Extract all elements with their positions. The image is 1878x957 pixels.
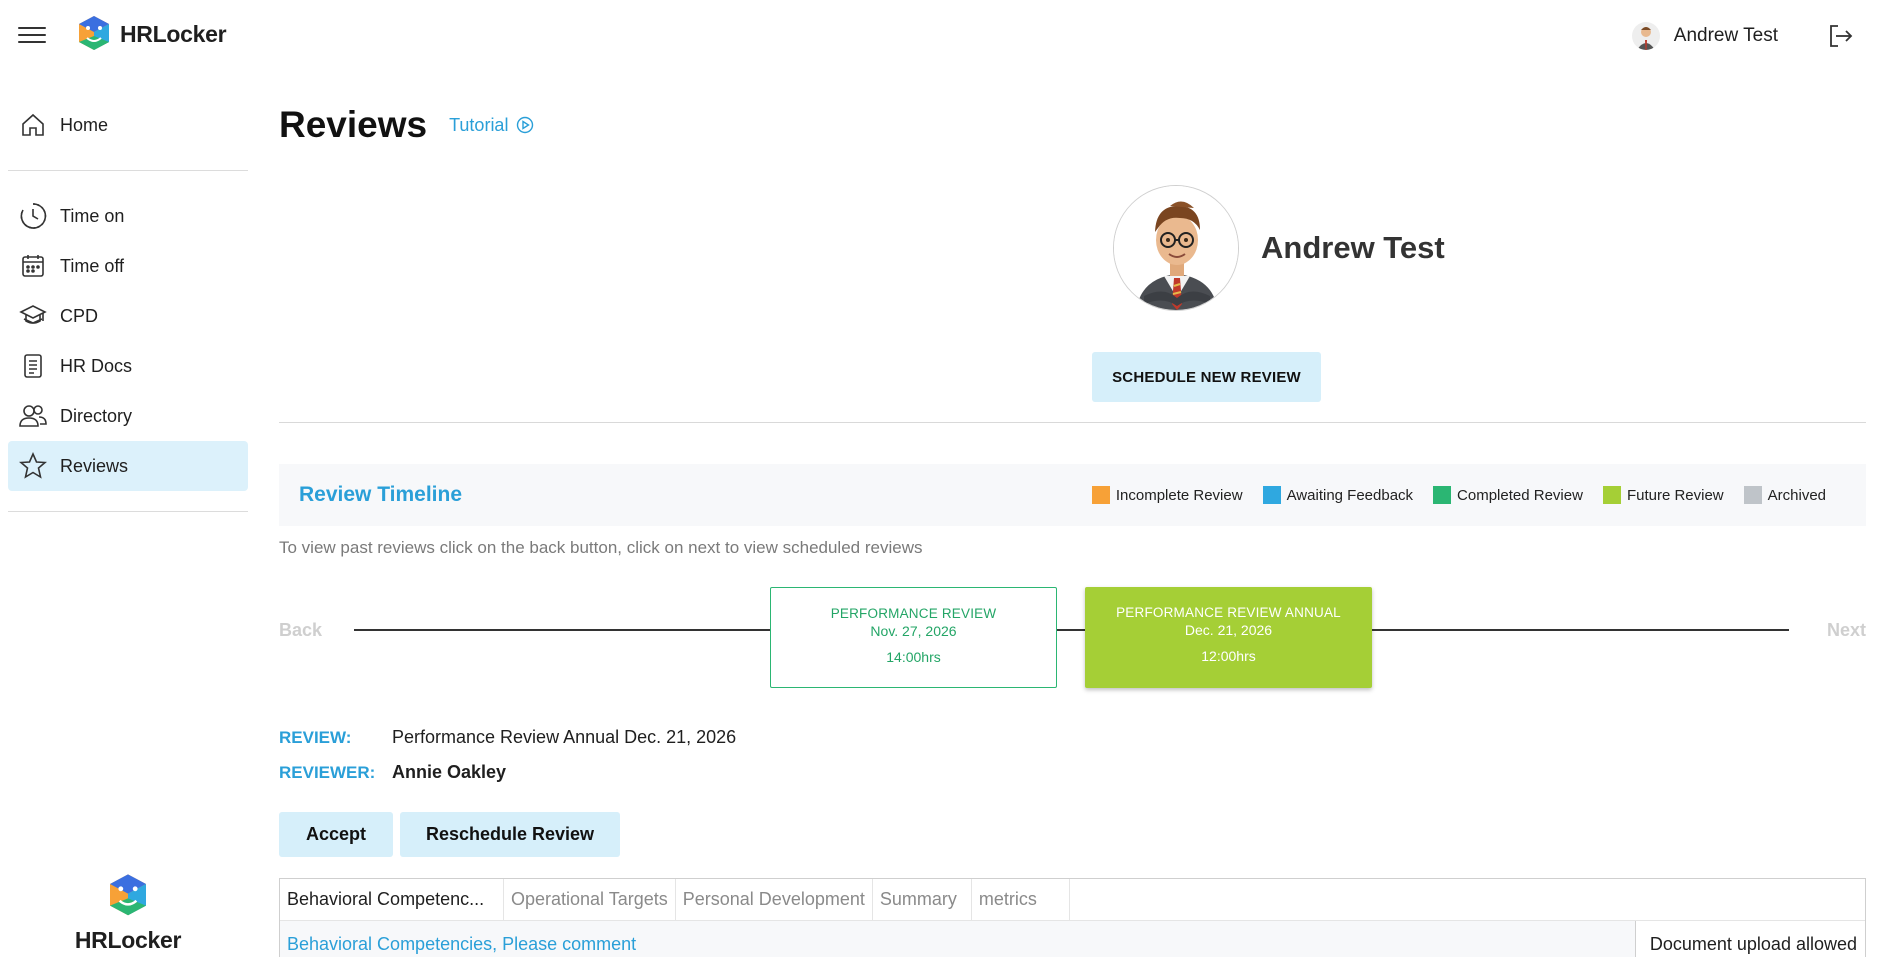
- employee-name: Andrew Test: [1261, 230, 1445, 265]
- review-card-title: PERFORMANCE REVIEW ANNUAL: [1116, 605, 1341, 620]
- sidebar-item-directory[interactable]: Directory: [8, 391, 248, 441]
- review-card-time: 14:00hrs: [886, 649, 941, 665]
- timeline-back-button[interactable]: Back: [279, 620, 322, 641]
- tutorial-link[interactable]: Tutorial: [449, 115, 534, 136]
- schedule-new-review-button[interactable]: SCHEDULE NEW REVIEW: [1092, 352, 1321, 402]
- user-name: Andrew Test: [1673, 25, 1778, 46]
- calendar-icon: [18, 251, 48, 281]
- clock-icon: [18, 201, 48, 231]
- sidebar-footer-logo: HRLocker: [72, 872, 184, 954]
- legend-swatch: [1262, 486, 1281, 504]
- review-card-date: Nov. 27, 2026: [870, 623, 957, 639]
- page-title: Reviews: [279, 104, 428, 145]
- sidebar-item-label: Home: [60, 114, 109, 135]
- sidebar-item-label: HR Docs: [60, 355, 133, 376]
- logout-icon[interactable]: [1826, 22, 1854, 50]
- hrlocker-logo-icon: [79, 16, 109, 50]
- document-icon: [18, 351, 48, 381]
- reviewer-row: REVIEWER: Annie Oakley: [279, 755, 736, 790]
- tutorial-label: Tutorial: [449, 114, 509, 135]
- review-row: REVIEW: Performance Review Annual Dec. 2…: [279, 720, 736, 755]
- people-icon: [18, 401, 48, 431]
- divider: [279, 422, 1866, 423]
- review-card-date: Dec. 21, 2026: [1184, 622, 1273, 638]
- sidebar-item-time-on[interactable]: Time on: [8, 191, 248, 241]
- reviewer-label: REVIEWER:: [279, 762, 376, 782]
- sidebar-item-reviews[interactable]: Reviews: [8, 441, 248, 491]
- employee-profile: Andrew Test: [1113, 185, 1445, 311]
- star-icon: [18, 451, 48, 481]
- legend-label: Archived: [1767, 486, 1826, 504]
- graduation-cap-icon: [18, 301, 48, 331]
- timeline-legend: Incomplete Review Awaiting Feedback Comp…: [1072, 464, 1826, 526]
- review-card-time: 12:00hrs: [1201, 648, 1256, 664]
- legend-item-archived: Archived: [1743, 486, 1826, 504]
- sidebar-item-home[interactable]: Home: [8, 100, 248, 150]
- hrlocker-logo-icon: [110, 874, 146, 916]
- timeline-header: Review Timeline Incomplete Review Awaiti…: [279, 464, 1866, 526]
- tab-summary[interactable]: Summary: [873, 879, 972, 920]
- legend-swatch: [1602, 486, 1621, 504]
- tab-operational-targets[interactable]: Operational Targets: [504, 879, 676, 920]
- legend-swatch: [1433, 486, 1452, 504]
- brand-name: HRLocker: [74, 927, 182, 953]
- timeline-card-future-review[interactable]: PERFORMANCE REVIEW ANNUAL Dec. 21, 2026 …: [1085, 587, 1372, 688]
- avatar: [1631, 22, 1660, 50]
- menu-icon[interactable]: [18, 22, 46, 48]
- play-icon: [517, 116, 534, 134]
- sidebar: Home Time on Time off CPD HR Docs Direct…: [0, 100, 256, 532]
- tab-behavioral-competencies[interactable]: Behavioral Competenc...: [280, 879, 504, 920]
- sidebar-item-time-off[interactable]: Time off: [8, 241, 248, 291]
- reviewer-value: Annie Oakley: [392, 762, 507, 782]
- sidebar-item-label: Time on: [60, 205, 125, 226]
- user-menu[interactable]: Andrew Test: [1631, 20, 1778, 52]
- reschedule-review-button[interactable]: Reschedule Review: [400, 812, 620, 857]
- sidebar-item-hr-docs[interactable]: HR Docs: [8, 341, 248, 391]
- home-icon: [18, 110, 48, 140]
- review-details: REVIEW: Performance Review Annual Dec. 2…: [279, 720, 736, 790]
- legend-label: Future Review: [1626, 486, 1724, 504]
- legend-swatch: [1743, 486, 1762, 504]
- accept-button[interactable]: Accept: [279, 812, 393, 857]
- brand-name: HRLocker: [120, 20, 227, 47]
- sidebar-item-label: Time off: [60, 255, 125, 276]
- timeline-line: [1057, 629, 1085, 631]
- page-header: Reviews Tutorial: [279, 95, 1866, 155]
- review-card-title: PERFORMANCE REVIEW: [830, 606, 997, 621]
- review-value: Performance Review Annual Dec. 21, 2026: [392, 727, 737, 747]
- tab-metrics[interactable]: metrics: [972, 879, 1070, 920]
- timeline-hint: To view past reviews click on the back b…: [279, 538, 923, 557]
- behavioral-competencies-comment-link[interactable]: Behavioral Competencies, Please comment: [287, 934, 636, 955]
- legend-item-future: Future Review: [1602, 486, 1724, 504]
- legend-label: Completed Review: [1457, 486, 1583, 504]
- divider: [8, 511, 248, 512]
- legend-item-incomplete: Incomplete Review: [1091, 486, 1243, 504]
- sidebar-item-label: Reviews: [60, 455, 129, 476]
- review-tabs-panel: Behavioral Competenc... Operational Targ…: [279, 878, 1866, 957]
- timeline-next-button[interactable]: Next: [1827, 620, 1866, 641]
- tab-content: Behavioral Competencies, Please comment …: [280, 921, 1865, 957]
- tab-personal-development[interactable]: Personal Development: [676, 879, 873, 920]
- brand-logo[interactable]: HRLocker: [76, 14, 227, 54]
- timeline-card-past-review[interactable]: PERFORMANCE REVIEW Nov. 27, 2026 14:00hr…: [770, 587, 1057, 688]
- document-upload-note: Document upload allowed: [1634, 921, 1865, 957]
- sidebar-item-label: CPD: [60, 305, 99, 326]
- main-content: Reviews Tutorial Andrew Test SCHEDULE NE…: [279, 95, 1866, 957]
- legend-item-completed: Completed Review: [1433, 486, 1583, 504]
- sidebar-item-cpd[interactable]: CPD: [8, 291, 248, 341]
- legend-swatch: [1091, 486, 1110, 504]
- review-label: REVIEW:: [279, 727, 352, 747]
- timeline-line: [1372, 629, 1789, 631]
- top-bar: HRLocker Andrew Test: [0, 0, 1878, 70]
- legend-label: Awaiting Feedback: [1286, 486, 1414, 504]
- divider: [8, 170, 248, 171]
- sidebar-item-label: Directory: [60, 405, 133, 426]
- legend-label: Incomplete Review: [1115, 486, 1243, 504]
- avatar: [1113, 185, 1239, 311]
- timeline-title: Review Timeline: [299, 483, 463, 506]
- tab-bar: Behavioral Competenc... Operational Targ…: [280, 879, 1865, 921]
- legend-item-awaiting: Awaiting Feedback: [1262, 486, 1414, 504]
- timeline-line: [354, 629, 770, 631]
